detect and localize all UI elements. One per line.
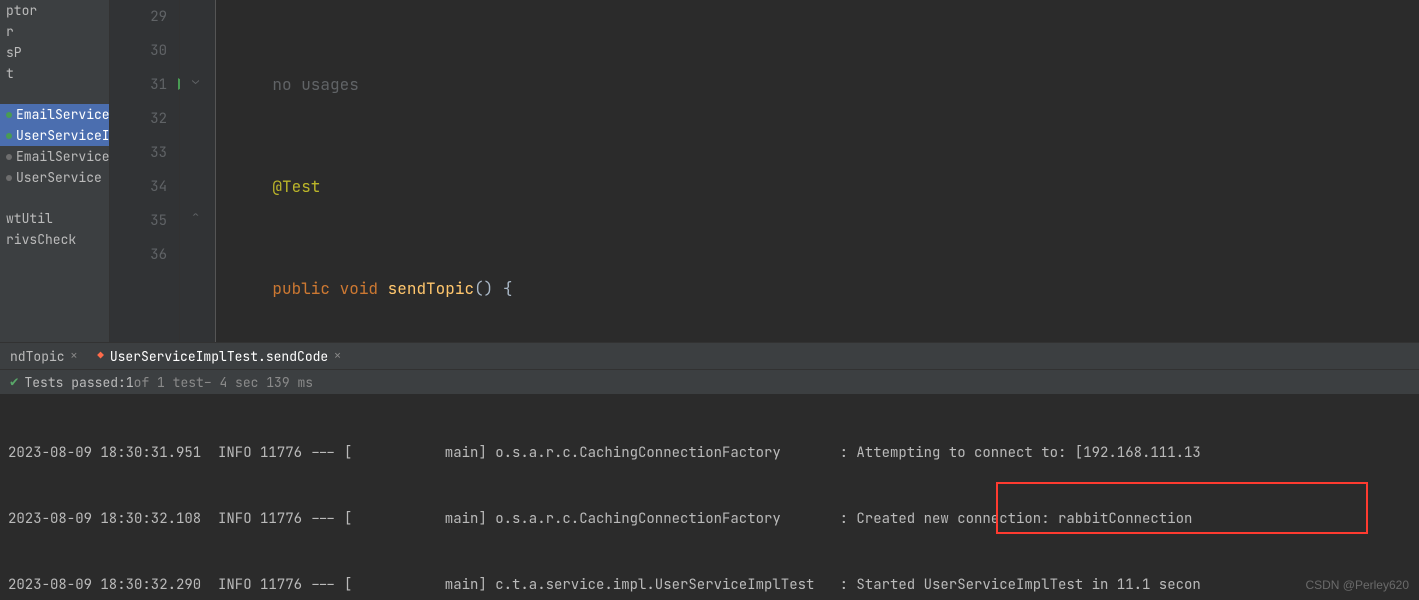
interface-icon — [6, 154, 12, 160]
close-icon[interactable]: ✕ — [334, 349, 341, 363]
sidebar-item[interactable]: rivsCheck — [0, 229, 109, 250]
log-line: 2023-08-09 18:30:31.951 INFO 11776 --- [… — [8, 442, 1411, 464]
console-output[interactable]: 2023-08-09 18:30:31.951 INFO 11776 --- [… — [0, 394, 1419, 600]
sidebar-item[interactable]: t — [0, 63, 109, 84]
log-line: 2023-08-09 18:30:32.108 INFO 11776 --- [… — [8, 508, 1411, 530]
run-config-icon: ◆ — [97, 349, 104, 363]
log-line: 2023-08-09 18:30:32.290 INFO 11776 --- [… — [8, 574, 1411, 596]
sidebar-item[interactable]: r — [0, 21, 109, 42]
test-status-bar: ✔ Tests passed: 1 of 1 test – 4 sec 139 … — [0, 370, 1419, 394]
line-gutter: 29 30 31 32 33 34 35 36 — [110, 0, 180, 342]
fold-toggle-icon[interactable]: ⌄ — [192, 72, 202, 88]
sidebar-item[interactable]: sP — [0, 42, 109, 63]
project-sidebar[interactable]: ptor r sP t EmailServiceI UserServiceIr … — [0, 0, 110, 342]
run-tabs[interactable]: ndTopic ✕ ◆ UserServiceImplTest.sendCode… — [0, 342, 1419, 370]
sidebar-item-emailservice[interactable]: EmailService — [0, 146, 109, 167]
tab-sendtopic[interactable]: ndTopic ✕ — [0, 343, 87, 369]
sidebar-item-userserviceimpl[interactable]: UserServiceIr — [0, 125, 109, 146]
watermark: CSDN @Perley620 — [1305, 574, 1409, 596]
usage-hint: no usages — [272, 74, 358, 95]
class-icon — [6, 133, 12, 139]
code-area[interactable]: no usages @Test public void sendTopic() … — [216, 0, 1419, 342]
check-icon: ✔ — [10, 373, 18, 391]
editor[interactable]: 29 30 31 32 33 34 35 36 ⌄ ⌃ no usages @T… — [110, 0, 1419, 342]
sidebar-item[interactable]: wtUtil — [0, 208, 109, 229]
fold-column[interactable]: ⌄ ⌃ — [180, 0, 216, 342]
class-icon — [6, 112, 12, 118]
fold-end-icon: ⌃ — [192, 208, 202, 224]
sidebar-item-emailserviceimpl[interactable]: EmailServiceI — [0, 104, 109, 125]
close-icon[interactable]: ✕ — [71, 349, 78, 363]
sidebar-item[interactable]: ptor — [0, 0, 109, 21]
interface-icon — [6, 175, 12, 181]
annotation: @Test — [272, 176, 320, 197]
tab-sendcode[interactable]: ◆ UserServiceImplTest.sendCode ✕ — [87, 343, 351, 369]
sidebar-item-userservice[interactable]: UserService — [0, 167, 109, 188]
